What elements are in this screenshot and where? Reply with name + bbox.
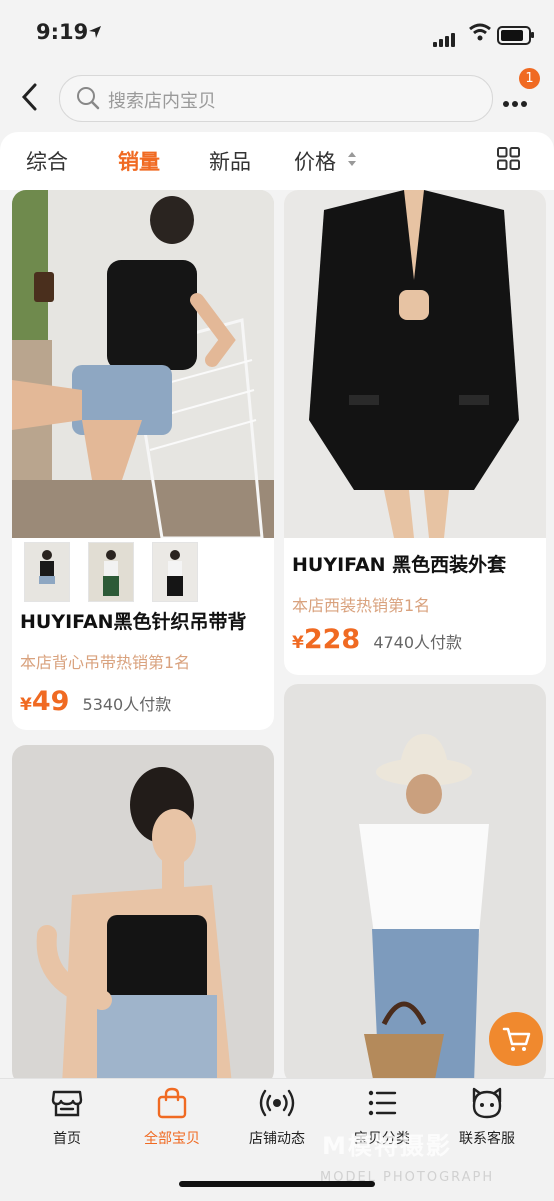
shopping-cart-icon bbox=[502, 1027, 531, 1051]
sort-arrows-icon bbox=[348, 152, 356, 166]
thumbnail-image[interactable] bbox=[88, 542, 134, 602]
sort-bar bbox=[0, 132, 554, 190]
product-price: 228 bbox=[303, 624, 361, 655]
currency-symbol: ¥ bbox=[20, 695, 32, 715]
wifi-icon bbox=[469, 23, 491, 41]
nav-store-updates[interactable]: 店铺动态 bbox=[222, 1086, 332, 1148]
product-sold-count: 5340人付款 bbox=[82, 695, 172, 714]
product-photo-blazer bbox=[284, 190, 546, 538]
product-price-row: ¥228 4740人付款 bbox=[292, 624, 462, 655]
location-arrow-icon bbox=[89, 26, 101, 38]
search-placeholder: 搜索店内宝贝 bbox=[108, 91, 216, 112]
search-icon bbox=[77, 87, 100, 110]
cart-button[interactable] bbox=[489, 1012, 543, 1066]
bag-icon bbox=[157, 1087, 187, 1119]
nav-all-items[interactable]: 全部宝贝 bbox=[117, 1086, 227, 1148]
nav-store-updates-label: 店铺动态 bbox=[249, 1131, 305, 1147]
notification-badge: 1 bbox=[519, 68, 540, 89]
product-rank: 本店西装热销第1名 bbox=[292, 596, 431, 615]
tab-new[interactable]: 新品 bbox=[209, 146, 251, 176]
product-photo-black-cami bbox=[12, 745, 274, 1085]
broadcast-icon bbox=[259, 1089, 295, 1117]
home-indicator bbox=[179, 1181, 375, 1187]
product-rank: 本店背心吊带热销第1名 bbox=[20, 653, 191, 672]
battery-icon bbox=[497, 26, 534, 45]
product-card[interactable]: HUYIFAN 黑色西装外套 本店西装热销第1名 ¥228 4740人付款 bbox=[284, 190, 546, 675]
nav-home[interactable]: 首页 bbox=[12, 1086, 122, 1148]
nav-all-items-label: 全部宝贝 bbox=[144, 1131, 200, 1147]
service-face-icon bbox=[472, 1087, 502, 1119]
product-price-row: ¥49 5340人付款 bbox=[20, 686, 171, 717]
status-time: 9:19 bbox=[36, 20, 89, 44]
tab-comprehensive[interactable]: 综合 bbox=[26, 146, 68, 176]
product-title[interactable]: HUYIFAN黑色针织吊带背 bbox=[20, 607, 247, 634]
product-price: 49 bbox=[31, 686, 70, 717]
thumbnail-image[interactable] bbox=[24, 542, 70, 602]
product-image[interactable] bbox=[284, 190, 546, 538]
tab-sales[interactable]: 销量 bbox=[118, 146, 160, 176]
grid-view-icon[interactable] bbox=[497, 147, 520, 170]
product-card[interactable] bbox=[12, 745, 274, 1085]
nav-home-label: 首页 bbox=[53, 1131, 81, 1147]
list-icon bbox=[368, 1090, 397, 1116]
product-title[interactable]: HUYIFAN 黑色西装外套 bbox=[292, 550, 506, 577]
product-sold-count: 4740人付款 bbox=[373, 633, 463, 652]
more-menu-icon[interactable] bbox=[503, 92, 530, 111]
back-arrow-icon[interactable] bbox=[18, 82, 42, 112]
thumbnail-image[interactable] bbox=[152, 542, 198, 602]
product-image[interactable] bbox=[12, 190, 274, 538]
product-photo-knit-cami bbox=[12, 190, 274, 538]
tab-price[interactable]: 价格 bbox=[294, 146, 336, 176]
cellular-signal-icon bbox=[433, 28, 457, 47]
store-icon bbox=[51, 1090, 83, 1117]
watermark: M模特摄影 bbox=[322, 1132, 452, 1160]
currency-symbol: ¥ bbox=[292, 633, 304, 653]
search-input[interactable]: 搜索店内宝贝 bbox=[59, 75, 493, 122]
